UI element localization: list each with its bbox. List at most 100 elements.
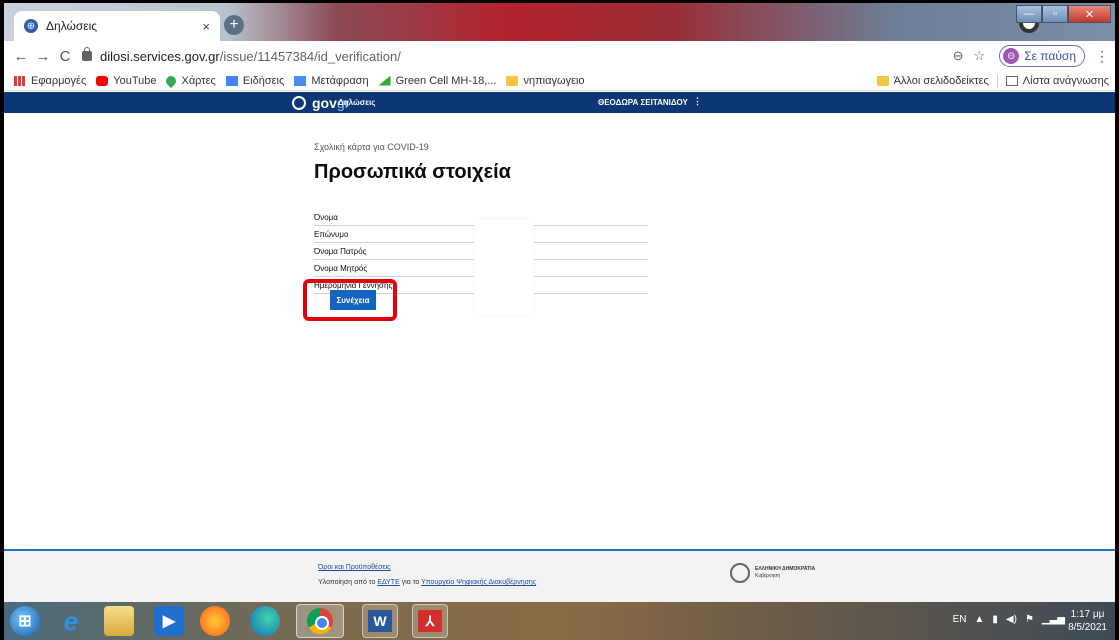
greencell-icon [378, 75, 391, 86]
ministry-link[interactable]: Υπουργείο Ψηφιακής Διακυβέρνησης [421, 579, 536, 586]
browser-window: ⊕ Δηλώσεις × + — ▫ ✕ ← → C dilosi.servic… [4, 3, 1115, 602]
tab-strip: ⊕ Δηλώσεις × + — ▫ ✕ [4, 3, 1115, 41]
site-favicon-icon: ⊕ [24, 19, 38, 33]
clock-time: 1:17 μμ [1070, 609, 1105, 620]
greek-seal-icon [292, 96, 306, 110]
tab-close-icon[interactable]: × [202, 19, 210, 34]
clock-date: 8/5/2021 [1068, 622, 1107, 633]
site-header: gov gr Δηλώσεις ΘΕΟΔΩΡΑ ΣΕΙΤΑΝΙΔΟΥ ⋮ [4, 92, 1115, 113]
other-bookmarks[interactable]: Άλλοι σελιδοδείκτες [876, 75, 989, 87]
language-indicator[interactable]: EN [953, 614, 967, 625]
bookmark-label: Εφαρμογές [31, 74, 87, 87]
word-taskbar-button[interactable]: W [362, 604, 398, 638]
show-hidden-icons[interactable]: ▲ [975, 614, 985, 625]
apps-icon [14, 75, 26, 86]
field-label: Όνομα Μητρός [314, 263, 368, 273]
bookmark-label: Μετάφραση [311, 74, 369, 87]
bookmark-youtube[interactable]: YouTube [96, 75, 156, 87]
chrome-icon [307, 608, 333, 634]
chrome-taskbar-button[interactable] [296, 604, 344, 638]
forward-button[interactable]: → [32, 48, 54, 65]
edge-icon[interactable] [250, 606, 280, 636]
reading-list-label: Λίστα ανάγνωσης [1022, 74, 1109, 87]
bookmarks-bar: Εφαρμογές YouTube Χάρτες Ειδήσεις Μετάφρ… [4, 71, 1115, 91]
avatar: Θ [1003, 48, 1020, 64]
bookmark-label: YouTube [113, 74, 157, 87]
page-caption: Σχολική κάρτα για COVID-19 [314, 142, 429, 152]
credit-mid: για το [399, 579, 422, 586]
start-button[interactable]: ⊞ [10, 606, 40, 636]
paused-label: Σε παύση [1024, 49, 1076, 63]
greek-seal-icon [730, 563, 750, 583]
acrobat-taskbar-button[interactable]: ⅄ [412, 604, 448, 638]
address-bar[interactable]: dilosi.services.gov.gr/issue/11457384/id… [82, 47, 943, 64]
reading-list-icon [1005, 75, 1018, 86]
footer-credit: Υλοποίηση από το ΕΔΥΤΕ για το Υπουργείο … [318, 579, 536, 586]
divider [996, 73, 998, 88]
translate-icon [294, 75, 307, 86]
maximize-button[interactable]: ▫ [1042, 5, 1068, 23]
web-page: gov gr Δηλώσεις ΘΕΟΔΩΡΑ ΣΕΙΤΑΝΙΔΟΥ ⋮ Σχολ… [4, 92, 1115, 602]
user-name: ΘΕΟΔΩΡΑ ΣΕΙΤΑΝΙΔΟΥ [598, 98, 688, 107]
maps-icon [164, 73, 179, 88]
bookmark-apps[interactable]: Εφαρμογές [14, 75, 86, 87]
field-label: Όνομα [314, 212, 338, 222]
site-footer: Όροι και Προϋποθέσεις Υλοποίηση από το Ε… [4, 549, 1115, 602]
bookmark-label: νηπιαγωγειο [523, 74, 585, 87]
tab-title: Δηλώσεις [46, 19, 98, 33]
edyte-link[interactable]: ΕΔΥΤΕ [377, 579, 399, 586]
page-title: Προσωπικά στοιχεία [314, 161, 511, 183]
zoom-icon[interactable]: ⊖ [953, 48, 964, 64]
bookmark-maps[interactable]: Χάρτες [164, 73, 216, 88]
emblem-subtitle: Κυβέρνηση [755, 573, 781, 579]
acrobat-icon: ⅄ [418, 610, 442, 632]
system-tray: EN ▲ ▮ ◀) ⚑ ▁▃▅ [953, 614, 1065, 625]
browser-menu-icon[interactable]: ⋮ [1095, 48, 1109, 65]
window-controls: — ▫ ✕ [1016, 5, 1111, 23]
close-window-button[interactable]: ✕ [1068, 5, 1111, 23]
internet-explorer-icon[interactable]: e [56, 606, 86, 636]
url-host: dilosi.services.gov.gr [100, 48, 220, 64]
minimize-button[interactable]: — [1016, 5, 1042, 23]
file-explorer-icon[interactable] [104, 606, 134, 636]
flag-icon[interactable]: ⚑ [1025, 614, 1034, 625]
lock-icon[interactable] [82, 47, 92, 61]
continue-button[interactable]: Συνέχεια [330, 290, 376, 310]
bookmark-translate[interactable]: Μετάφραση [294, 74, 369, 87]
bookmark-folder-nipiagogeio[interactable]: νηπιαγωγειο [506, 74, 585, 87]
bookmark-label: Χάρτες [181, 74, 216, 87]
emblem-title: ΕΛΛΗΝΙΚΗ ΔΗΜΟΚΡΑΤΙΑ [755, 566, 816, 572]
hellenic-republic-emblem: ΕΛΛΗΝΙΚΗ ΔΗΜΟΚΡΑΤΙΑ Κυβέρνηση [730, 563, 815, 583]
clock[interactable]: 1:17 μμ 8/5/2021 [1068, 608, 1107, 634]
logo-gov: gov [312, 95, 337, 111]
profile-paused-button[interactable]: Θ Σε παύση [999, 45, 1085, 67]
media-player-icon[interactable]: ▶ [154, 606, 184, 636]
desktop-screen: ⊕ Δηλώσεις × + — ▫ ✕ ← → C dilosi.servic… [0, 0, 1119, 640]
browser-tab[interactable]: ⊕ Δηλώσεις × [14, 11, 220, 41]
bookmark-label: Ειδήσεις [242, 74, 285, 87]
back-button[interactable]: ← [10, 48, 32, 65]
new-tab-button[interactable]: + [224, 15, 244, 35]
url-path: /issue/11457384/id_verification/ [219, 48, 401, 64]
news-icon [225, 75, 238, 86]
firefox-icon[interactable] [200, 606, 230, 636]
bookmark-star-icon[interactable]: ☆ [974, 48, 986, 64]
bookmark-news[interactable]: Ειδήσεις [225, 74, 285, 87]
user-menu-icon[interactable]: ⋮ [693, 96, 702, 107]
reading-list[interactable]: Λίστα ανάγνωσης [1005, 74, 1109, 87]
volume-icon[interactable]: ◀) [1006, 614, 1017, 625]
folder-icon [876, 75, 889, 86]
browser-toolbar: ← → C dilosi.services.gov.gr/issue/11457… [4, 41, 1115, 71]
service-name[interactable]: Δηλώσεις [338, 98, 375, 107]
signal-icon[interactable]: ▁▃▅ [1042, 614, 1065, 625]
bookmark-label: Green Cell MH-18,... [395, 74, 497, 87]
field-label: Όνομα Πατρός [314, 246, 367, 256]
redaction-box [474, 219, 534, 316]
word-icon: W [368, 610, 392, 632]
bookmark-greencell[interactable]: Green Cell MH-18,... [378, 74, 497, 87]
terms-link[interactable]: Όροι και Προϋποθέσεις [318, 564, 391, 571]
network-icon[interactable]: ▮ [992, 614, 998, 625]
folder-icon [506, 75, 519, 86]
youtube-icon [96, 75, 109, 86]
reload-button[interactable]: C [54, 48, 76, 65]
